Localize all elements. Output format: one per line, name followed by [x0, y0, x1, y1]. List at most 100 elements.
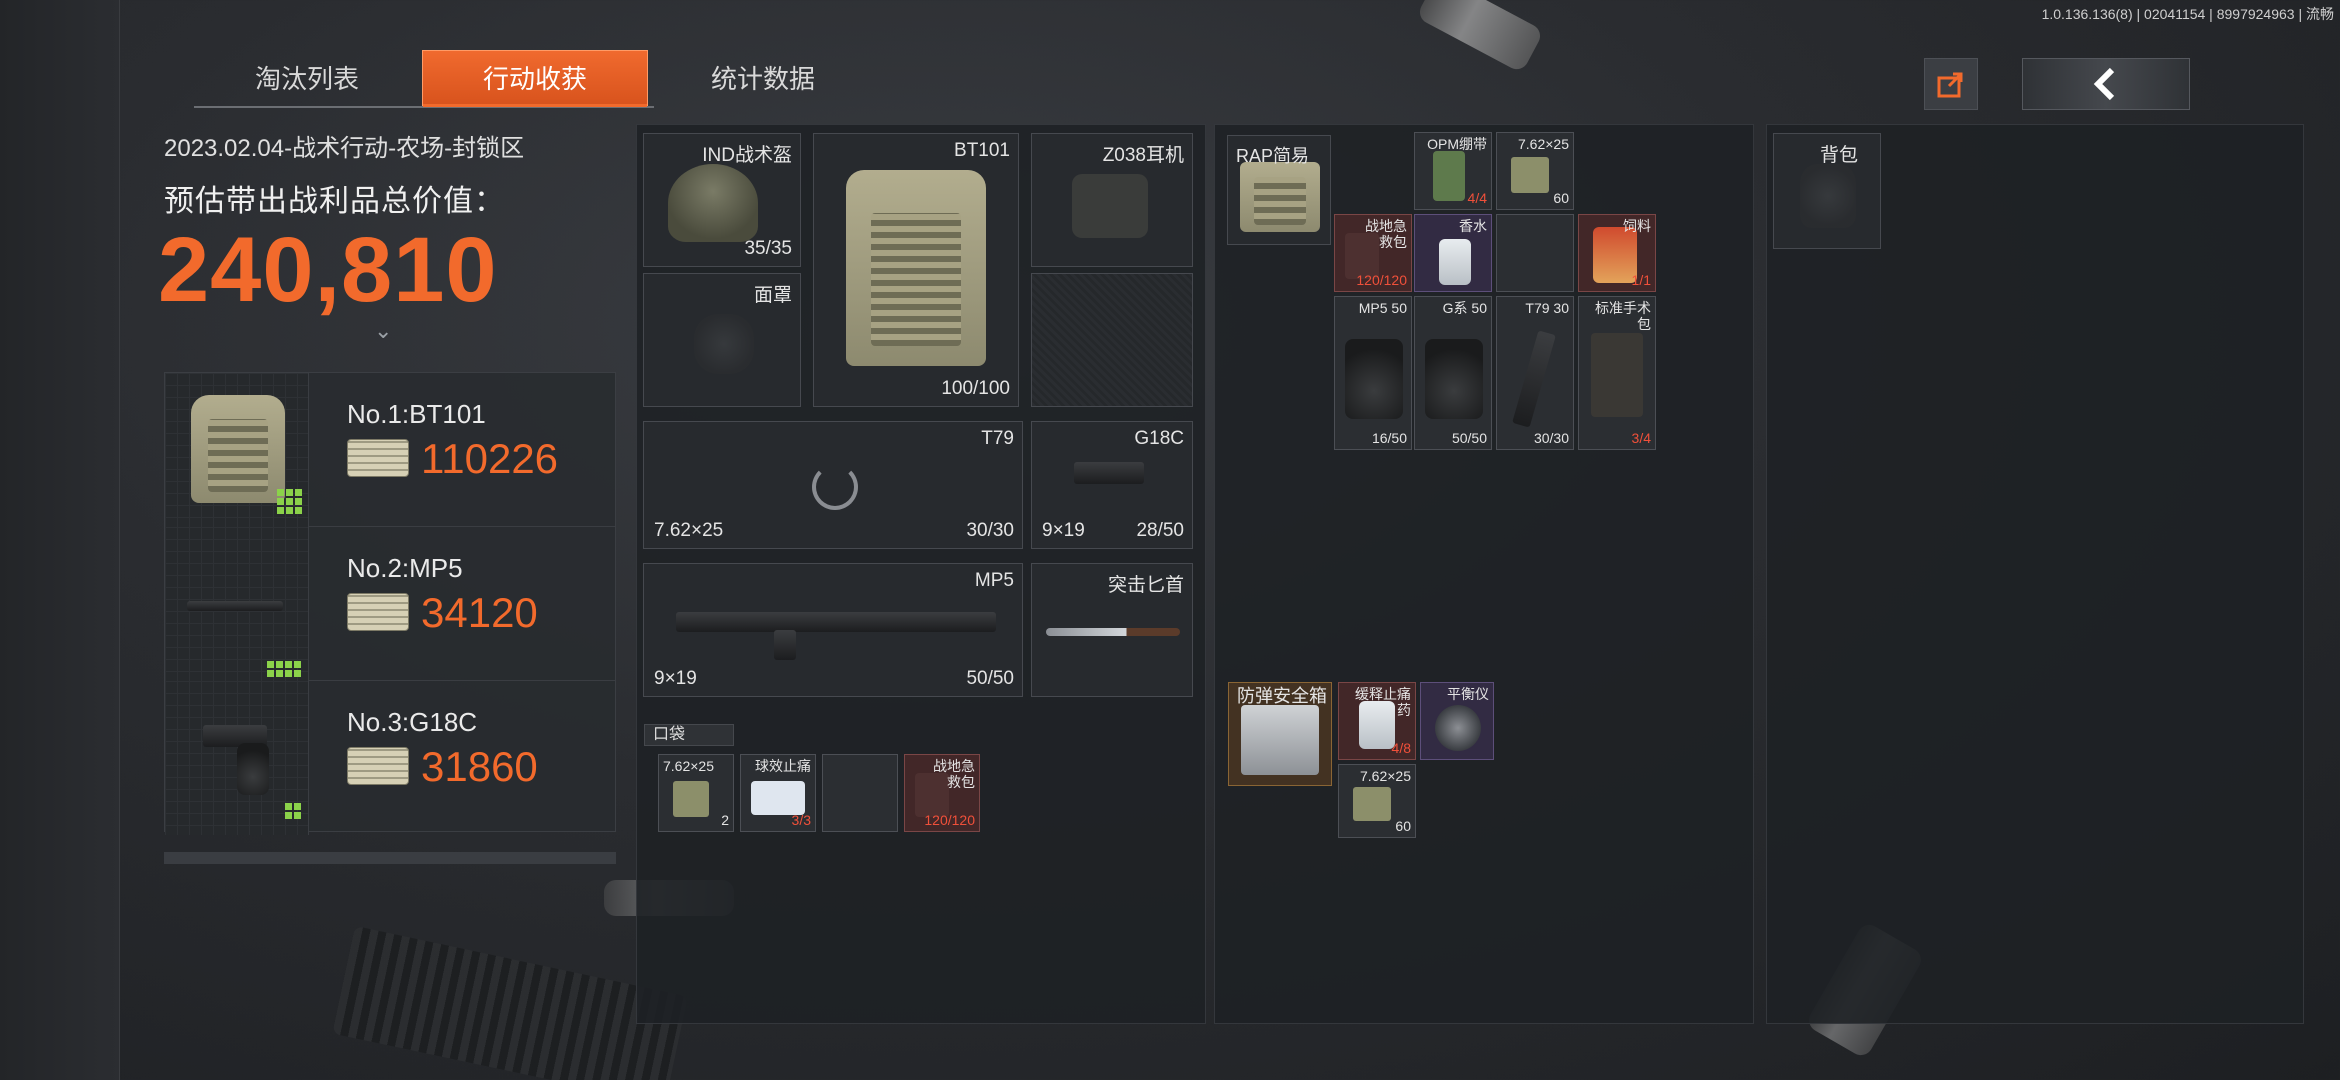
rank-row[interactable]: No.3:G18C 31860 [165, 681, 615, 835]
ammo-box-icon [1353, 787, 1391, 821]
slot-label: Z038耳机 [1102, 145, 1184, 166]
match-info: 2023.02.04-战术行动-农场-封锁区 [164, 135, 525, 162]
size-grid-icon [285, 803, 301, 819]
slot-durability: 35/35 [744, 238, 792, 259]
item-label: 标准手术包 [1595, 300, 1651, 332]
total-value: 240,810 [158, 219, 498, 321]
chest-rig-icon [1240, 162, 1320, 232]
item-label: OPM绷带 [1427, 136, 1487, 152]
item-label: 平衡仪 [1447, 686, 1489, 702]
vest-icon [846, 170, 986, 366]
tab-elimination-list[interactable]: 淘汰列表 [194, 50, 420, 106]
headset-icon [1072, 174, 1148, 238]
top-items-panel: No.1:BT101 110226 No.2:MP5 34120 No.3:G1… [164, 372, 616, 835]
slot-label: MP5 [974, 570, 1014, 591]
pocket-label: 口袋 [644, 724, 734, 746]
item-name: No.3:G18C [347, 707, 478, 737]
headset-slot[interactable]: Z038耳机 [1031, 133, 1193, 267]
backpack-icon [1800, 164, 1856, 228]
safe-box-item[interactable]: 缓释止痛药 4/8 [1338, 682, 1416, 760]
armor-slot[interactable]: BT101 100/100 [813, 133, 1019, 407]
item-label: 饲料 [1623, 218, 1651, 234]
safe-box-label: 防弹安全箱 [1237, 686, 1327, 706]
rig-item[interactable]: 标准手术包 3/4 [1578, 296, 1656, 450]
rig-item[interactable]: G系 50 50/50 [1414, 296, 1492, 450]
rig-item[interactable]: 香水 [1414, 214, 1492, 292]
bullet-shell-decor [1415, 0, 1545, 74]
tab-statistics[interactable]: 统计数据 [650, 50, 876, 106]
pistol-slot[interactable]: G18C 9×19 28/50 [1031, 421, 1193, 549]
mask-icon [694, 314, 754, 374]
item-thumb [165, 527, 309, 681]
tab-label: 行动收获 [482, 64, 587, 94]
rig-item[interactable]: 7.62×25 60 [1496, 132, 1574, 210]
item-count: 3/3 [791, 812, 811, 828]
item-count: 4/4 [1467, 190, 1487, 206]
slot-label: 突击匕首 [1107, 575, 1184, 596]
item-count: 60 [1395, 818, 1411, 834]
item-label: T79 30 [1525, 300, 1569, 316]
pocket-slot[interactable]: 战地急救包 120/120 [904, 754, 980, 832]
pocket-slot-empty[interactable] [822, 754, 898, 832]
safe-case-icon [1241, 705, 1319, 775]
slot-label: 背包 [1819, 145, 1858, 166]
slot-label: G18C [1134, 428, 1184, 449]
rank-row[interactable]: No.2:MP5 34120 [165, 527, 615, 681]
helmet-slot[interactable]: IND战术盔 35/35 [643, 133, 801, 267]
pistol-icon [1074, 462, 1144, 484]
item-count: 50/50 [1451, 430, 1487, 446]
item-name: No.1:BT101 [347, 399, 486, 429]
item-label: MP5 50 [1358, 300, 1407, 316]
item-label: 7.62×25 [1360, 768, 1411, 784]
safe-box-item[interactable]: 7.62×25 60 [1338, 764, 1416, 838]
rig-item[interactable]: 战地急救包 120/120 [1334, 214, 1412, 292]
grip-icon [774, 630, 796, 660]
item-count: 4/8 [1391, 740, 1411, 756]
item-label: 香水 [1459, 218, 1487, 234]
rig-item[interactable]: MP5 50 16/50 [1334, 296, 1412, 450]
stick-magazine-icon [1512, 330, 1556, 428]
rig-item[interactable]: T79 30 30/30 [1496, 296, 1574, 450]
ammo-box-icon [1511, 157, 1549, 193]
surgery-kit-icon [1591, 333, 1643, 417]
smg-icon [676, 612, 996, 632]
rig-item-empty[interactable] [1496, 214, 1574, 292]
item-label: G系 50 [1442, 300, 1487, 316]
gyroscope-icon [1435, 705, 1481, 751]
item-label: 7.62×25 [663, 758, 714, 774]
feed-bag-icon [1593, 227, 1637, 283]
ammo-count: 28/50 [1136, 520, 1184, 541]
rig-slot[interactable]: RAP简易 [1227, 135, 1331, 245]
ammo-type: 9×19 [654, 668, 697, 689]
backpack-slot[interactable]: 背包 [1773, 133, 1881, 249]
pocket-slot[interactable]: 球效止痛 3/3 [740, 754, 816, 832]
status-bar: 1.0.136.136(8) | 02041154 | 8997924963 |… [2041, 6, 2334, 22]
item-count: 30/30 [1533, 430, 1569, 446]
perfume-bottle-icon [1439, 239, 1471, 285]
safe-box-slot[interactable]: 防弹安全箱 [1228, 682, 1332, 786]
back-button[interactable] [2022, 58, 2190, 110]
item-count: 120/120 [1356, 272, 1407, 288]
backpack-panel: 背包 [1766, 124, 2304, 1024]
rig-item[interactable]: OPM绷带 4/4 [1414, 132, 1492, 210]
slot-label: IND战术盔 [702, 145, 792, 166]
face-slot[interactable]: 面罩 [643, 273, 801, 407]
rank-row[interactable]: No.1:BT101 110226 [165, 373, 615, 527]
item-label: 战地急救包 [933, 758, 975, 790]
item-label: 球效止痛 [755, 758, 811, 774]
expand-chevron-icon[interactable]: ⌄ [374, 318, 392, 344]
empty-slot[interactable] [1031, 273, 1193, 407]
item-thumb [165, 373, 309, 527]
item-count: 120/120 [924, 812, 975, 828]
rig-item[interactable]: 饲料 1/1 [1578, 214, 1656, 292]
drum-magazine-icon [1345, 339, 1403, 419]
secondary-weapon-slot[interactable]: MP5 9×19 50/50 [643, 563, 1023, 697]
safe-box-item[interactable]: 平衡仪 [1420, 682, 1494, 760]
share-button[interactable] [1924, 58, 1978, 110]
tab-action-harvest[interactable]: 行动收获 [422, 50, 648, 107]
primary-weapon-slot[interactable]: T79 7.62×25 30/30 [643, 421, 1023, 549]
item-count: 2 [721, 812, 729, 828]
pocket-slot[interactable]: 7.62×25 2 [658, 754, 734, 832]
slot-label: RAP简易 [1236, 146, 1310, 166]
melee-slot[interactable]: 突击匕首 [1031, 563, 1193, 697]
